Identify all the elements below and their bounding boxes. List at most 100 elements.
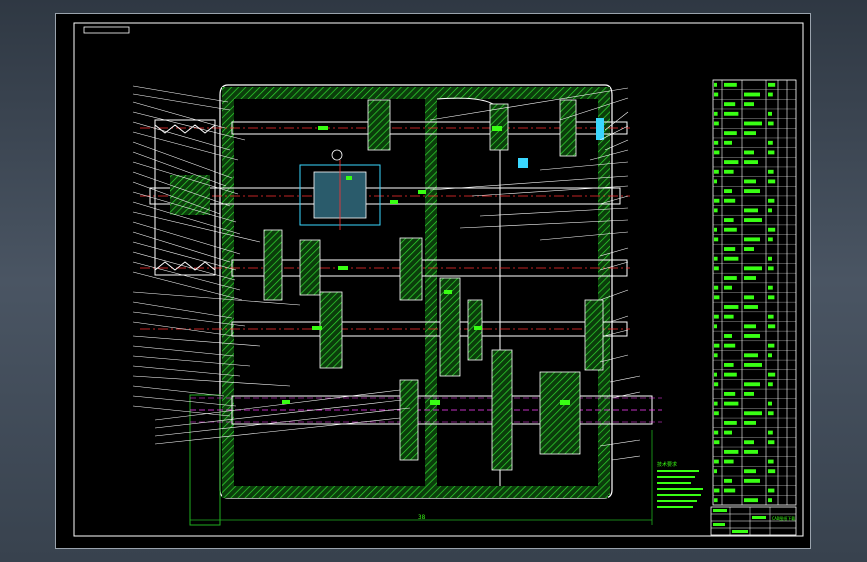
table-cell-text	[714, 295, 720, 300]
table-cell-text	[724, 131, 737, 136]
table-cell-text	[714, 179, 717, 184]
table-cell-text	[714, 227, 717, 232]
table-cell-text	[714, 411, 719, 416]
table-cell-text	[768, 343, 775, 348]
table-cell-text	[744, 131, 756, 136]
corner-label-box	[83, 26, 130, 34]
table-cell-text	[724, 102, 736, 107]
table-cell-text	[724, 449, 739, 454]
table-cell-text	[768, 324, 776, 329]
table-cell-text	[724, 334, 732, 338]
table-cell-text	[724, 391, 736, 396]
table-cell-text	[724, 198, 736, 203]
table-cell-text	[744, 478, 760, 483]
table-cell-text	[744, 382, 760, 387]
table-cell-text	[714, 237, 719, 242]
table-cell-text	[768, 179, 776, 184]
table-cell-text	[768, 285, 773, 290]
table-cell-text	[744, 295, 754, 300]
table-cell-text	[768, 498, 772, 503]
table-cell-text	[744, 324, 756, 329]
table-cell-text	[714, 401, 718, 406]
table-cell-text	[724, 459, 734, 464]
table-cell-text	[714, 266, 719, 271]
table-cell-text	[724, 488, 736, 493]
table-cell-text	[724, 372, 737, 377]
table-cell-text	[724, 189, 732, 194]
table-cell-text	[724, 420, 737, 425]
table-cell-text	[714, 459, 719, 464]
table-cell-text	[724, 305, 739, 309]
table-cell-text	[724, 314, 734, 319]
table-cell-text	[744, 440, 754, 445]
table-cell-text	[768, 440, 775, 445]
table-cell-text	[744, 121, 762, 126]
table-cell-text	[768, 82, 776, 87]
table-cell-text	[744, 208, 758, 213]
table-cell-text	[714, 169, 719, 174]
table-cell-text	[744, 411, 762, 416]
table-cell-text	[768, 208, 772, 213]
table-cell-text	[724, 169, 734, 174]
table-cell-text	[768, 227, 776, 232]
table-cell-text	[768, 150, 775, 155]
table-cell-text	[744, 498, 758, 503]
table-cell-text	[744, 334, 760, 338]
drawing-frame	[73, 22, 804, 537]
table-cell-text	[744, 218, 762, 222]
assembly-drawing: 技术要求 38 CAD图纸下载	[73, 22, 804, 537]
table-cell-text	[744, 420, 756, 425]
table-cell-text	[724, 82, 737, 87]
table-cell-text	[744, 189, 760, 194]
table-cell-text	[714, 314, 719, 319]
table-cell-text	[714, 372, 717, 377]
table-cell-text	[768, 256, 772, 261]
technical-notes: 技术要求	[657, 461, 703, 508]
table-cell-text	[724, 363, 734, 367]
table-cell-text	[768, 111, 772, 116]
title-block: CAD图纸下载	[710, 506, 797, 536]
table-cell-text	[714, 498, 718, 503]
table-cell-text	[744, 102, 754, 107]
table-cell-text	[744, 353, 758, 358]
table-cell-text	[714, 324, 717, 329]
title-block-name: CAD图纸下载	[772, 515, 795, 521]
table-cell-text	[744, 391, 754, 396]
dimension-value: 38	[418, 514, 426, 521]
table-cell-text	[724, 478, 732, 483]
table-cell-text	[768, 353, 772, 358]
notes-title: 技术要求	[657, 461, 677, 468]
table-cell-text	[768, 140, 773, 145]
table-cell-text	[714, 256, 718, 261]
table-cell-text	[714, 488, 720, 493]
table-cell-text	[724, 218, 734, 222]
table-cell-text	[714, 353, 718, 358]
table-cell-text	[744, 247, 754, 251]
table-cell-text	[724, 343, 736, 348]
table-cell-text	[714, 343, 720, 348]
table-cell-text	[768, 488, 775, 493]
table-cell-text	[714, 382, 719, 387]
table-cell-text	[744, 92, 760, 97]
table-cell-text	[744, 276, 756, 280]
table-cell-text	[768, 469, 776, 474]
table-cell-text	[724, 160, 739, 165]
table-cell-text	[724, 227, 737, 232]
table-cell-text	[744, 449, 758, 454]
table-cell-text	[744, 305, 758, 309]
table-cell-text	[714, 198, 720, 203]
table-cell-text	[768, 372, 776, 377]
table-cell-text	[744, 363, 762, 367]
table-cell-text	[768, 237, 773, 242]
table-cell-text	[724, 256, 739, 261]
cad-viewport[interactable]: 技术要求 38 CAD图纸下载	[0, 0, 867, 562]
table-cell-text	[768, 92, 773, 97]
table-cell-text	[724, 247, 736, 251]
table-cell-text	[768, 198, 775, 203]
table-cell-text	[768, 169, 774, 174]
table-cell-text	[714, 140, 719, 145]
table-cell-text	[724, 285, 732, 290]
table-cell-text	[714, 121, 719, 126]
table-cell-text	[768, 266, 774, 271]
table-cell-text	[714, 111, 718, 116]
